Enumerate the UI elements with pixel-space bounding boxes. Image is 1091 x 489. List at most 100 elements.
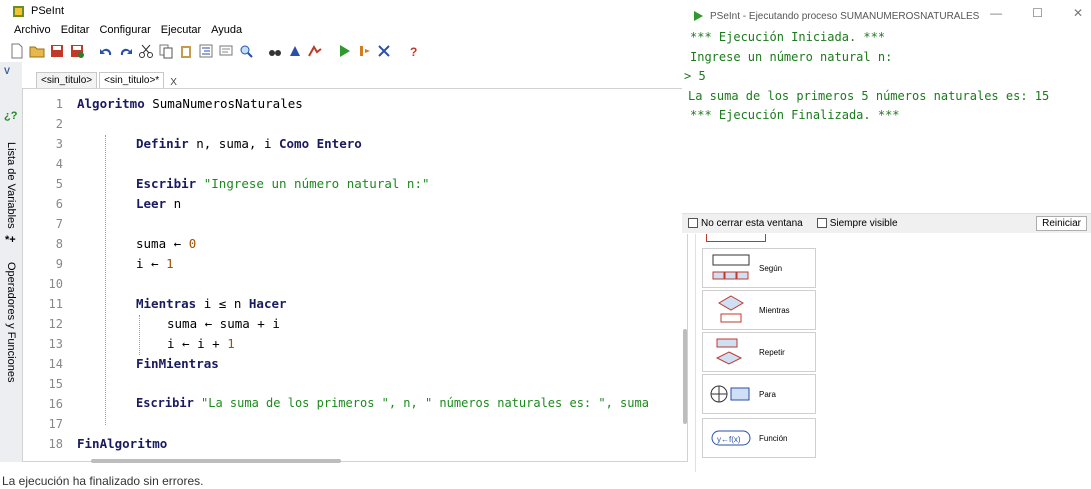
line-number-gutter: 1 2 3 4 5 6 7 8 9 10 11 12 13 14 15 16 1…: [23, 89, 69, 461]
restart-button[interactable]: Reiniciar: [1036, 216, 1087, 231]
console-line: La suma de los primeros 5 números natura…: [688, 88, 1050, 103]
menu-bar: Archivo Editar Configurar Ejecutar Ayuda: [0, 24, 690, 40]
code-line-3: Definir n, suma, i Como Entero: [136, 136, 362, 151]
line-number: 9: [55, 257, 63, 271]
line-number: 10: [48, 277, 63, 291]
code-line-13: i ← i + 1: [167, 336, 235, 351]
step-run-icon[interactable]: [355, 43, 372, 60]
line-number: 17: [48, 417, 63, 431]
question-icon[interactable]: ¿?: [4, 110, 17, 122]
tab-sin-titulo-modified[interactable]: <sin_titulo>*: [99, 72, 165, 88]
code-line-6: Leer n: [136, 196, 182, 211]
shape-label: Mientras: [759, 305, 790, 315]
shape-mientras[interactable]: Mientras: [702, 290, 816, 330]
code-line-18: FinAlgoritmo: [77, 436, 168, 451]
horizontal-scrollbar[interactable]: [91, 459, 341, 463]
find-icon[interactable]: [237, 43, 254, 60]
code-line-5: Escribir "Ingrese un número natural n:": [136, 176, 430, 191]
line-number: 13: [48, 337, 63, 351]
code-editor[interactable]: 1 2 3 4 5 6 7 8 9 10 11 12 13 14 15 16 1…: [22, 88, 688, 463]
keep-open-option[interactable]: No cerrar esta ventana: [682, 218, 803, 229]
always-visible-option[interactable]: Siempre visible: [809, 218, 898, 229]
shape-label: Para: [759, 389, 776, 399]
console-line: *** Ejecución Iniciada. ***: [690, 30, 886, 44]
tab-sin-titulo[interactable]: <sin_titulo>: [36, 72, 98, 88]
status-message: La ejecución ha finalizado sin errores.: [2, 474, 204, 488]
diagram-icon[interactable]: [375, 43, 392, 60]
redo-icon[interactable]: [117, 43, 134, 60]
code-line-11: Mientras i ≤ n Hacer: [136, 296, 287, 311]
while-loop-icon: [718, 295, 744, 323]
new-file-icon[interactable]: [8, 43, 25, 60]
line-number: 2: [55, 117, 63, 131]
code-line-16: Escribir "La suma de los primeros ", n, …: [136, 396, 649, 410]
console-title: PSeInt - Ejecutando proceso SUMANUMEROSN…: [710, 10, 980, 22]
variable-list-label[interactable]: Lista de Variables: [5, 142, 17, 229]
menu-ejecutar[interactable]: Ejecutar: [161, 24, 201, 40]
repeat-loop-icon: [715, 338, 743, 365]
keep-open-checkbox[interactable]: [688, 218, 698, 229]
partial-shape: [706, 234, 766, 242]
line-number: 12: [48, 317, 63, 331]
line-number: 6: [55, 197, 63, 211]
save-as-icon[interactable]: [68, 43, 85, 60]
find-next-icon[interactable]: [286, 43, 303, 60]
code-line-12: suma ← suma + i: [167, 316, 280, 331]
shape-label: Función: [759, 433, 788, 443]
comment-icon[interactable]: [217, 43, 234, 60]
operators-icon[interactable]: *+: [5, 234, 16, 246]
paste-icon[interactable]: [177, 43, 194, 60]
console-options-bar: No cerrar esta ventana Siempre visible R…: [682, 213, 1091, 233]
copy-icon[interactable]: [157, 43, 174, 60]
shape-segun[interactable]: Según: [702, 248, 816, 288]
save-icon[interactable]: [48, 43, 65, 60]
run-icon[interactable]: [335, 43, 352, 60]
cut-icon[interactable]: [137, 43, 154, 60]
line-number: 11: [48, 297, 63, 311]
console-line: *** Ejecución Finalizada. ***: [690, 108, 900, 122]
menu-editar[interactable]: Editar: [61, 24, 90, 40]
binoculars-icon[interactable]: [266, 43, 283, 60]
pseint-app-icon: [12, 5, 25, 18]
indent-guide: [139, 315, 140, 355]
line-number: 15: [48, 377, 63, 391]
close-icon[interactable]: ✕: [1073, 6, 1083, 20]
editor-tabs: <sin_titulo> <sin_titulo>* X: [22, 62, 690, 88]
menu-ayuda[interactable]: Ayuda: [211, 24, 242, 40]
line-number: 3: [55, 137, 63, 151]
replace-icon[interactable]: [306, 43, 323, 60]
window-title: PSeInt: [31, 5, 65, 17]
indent-icon[interactable]: [197, 43, 214, 60]
open-folder-icon[interactable]: [28, 43, 45, 60]
shape-repetir[interactable]: Repetir: [702, 332, 816, 372]
line-number: 8: [55, 237, 63, 251]
menu-archivo[interactable]: Archivo: [14, 24, 51, 40]
svg-text:?: ?: [410, 45, 417, 59]
console-line: Ingrese un número natural n:: [690, 49, 893, 64]
vertical-scrollbar[interactable]: [683, 329, 687, 424]
toolbar: ?: [8, 40, 688, 62]
line-number: 5: [55, 177, 63, 191]
console-output[interactable]: *** Ejecución Iniciada. *** Ingrese un n…: [684, 30, 1090, 210]
operators-functions-label[interactable]: Operadores y Funciones: [5, 262, 17, 382]
svg-text:y←f(x): y←f(x): [717, 435, 741, 444]
run-icon: [694, 11, 703, 21]
minimize-icon[interactable]: —: [990, 6, 1002, 20]
shape-para[interactable]: Para: [702, 374, 816, 414]
variables-icon[interactable]: V: [4, 66, 10, 76]
help-icon[interactable]: ?: [404, 43, 421, 60]
always-visible-checkbox[interactable]: [816, 218, 827, 229]
shape-label: Según: [759, 263, 783, 273]
code-line-14: FinMientras: [136, 356, 219, 371]
close-tab-icon[interactable]: X: [170, 77, 177, 88]
shape-funcion[interactable]: y←f(x) Función: [702, 418, 816, 458]
code-line-8: suma ← 0: [136, 236, 197, 251]
menu-configurar[interactable]: Configurar: [99, 24, 150, 40]
function-icon: y←f(x): [711, 430, 751, 446]
line-number: 1: [55, 97, 63, 111]
line-number: 16: [48, 397, 63, 411]
undo-icon[interactable]: [97, 43, 114, 60]
console-input-line: > 5: [684, 69, 706, 83]
execution-console-window: PSeInt - Ejecutando proceso SUMANUMEROSN…: [682, 0, 1091, 234]
maximize-icon[interactable]: ☐: [1032, 6, 1043, 20]
